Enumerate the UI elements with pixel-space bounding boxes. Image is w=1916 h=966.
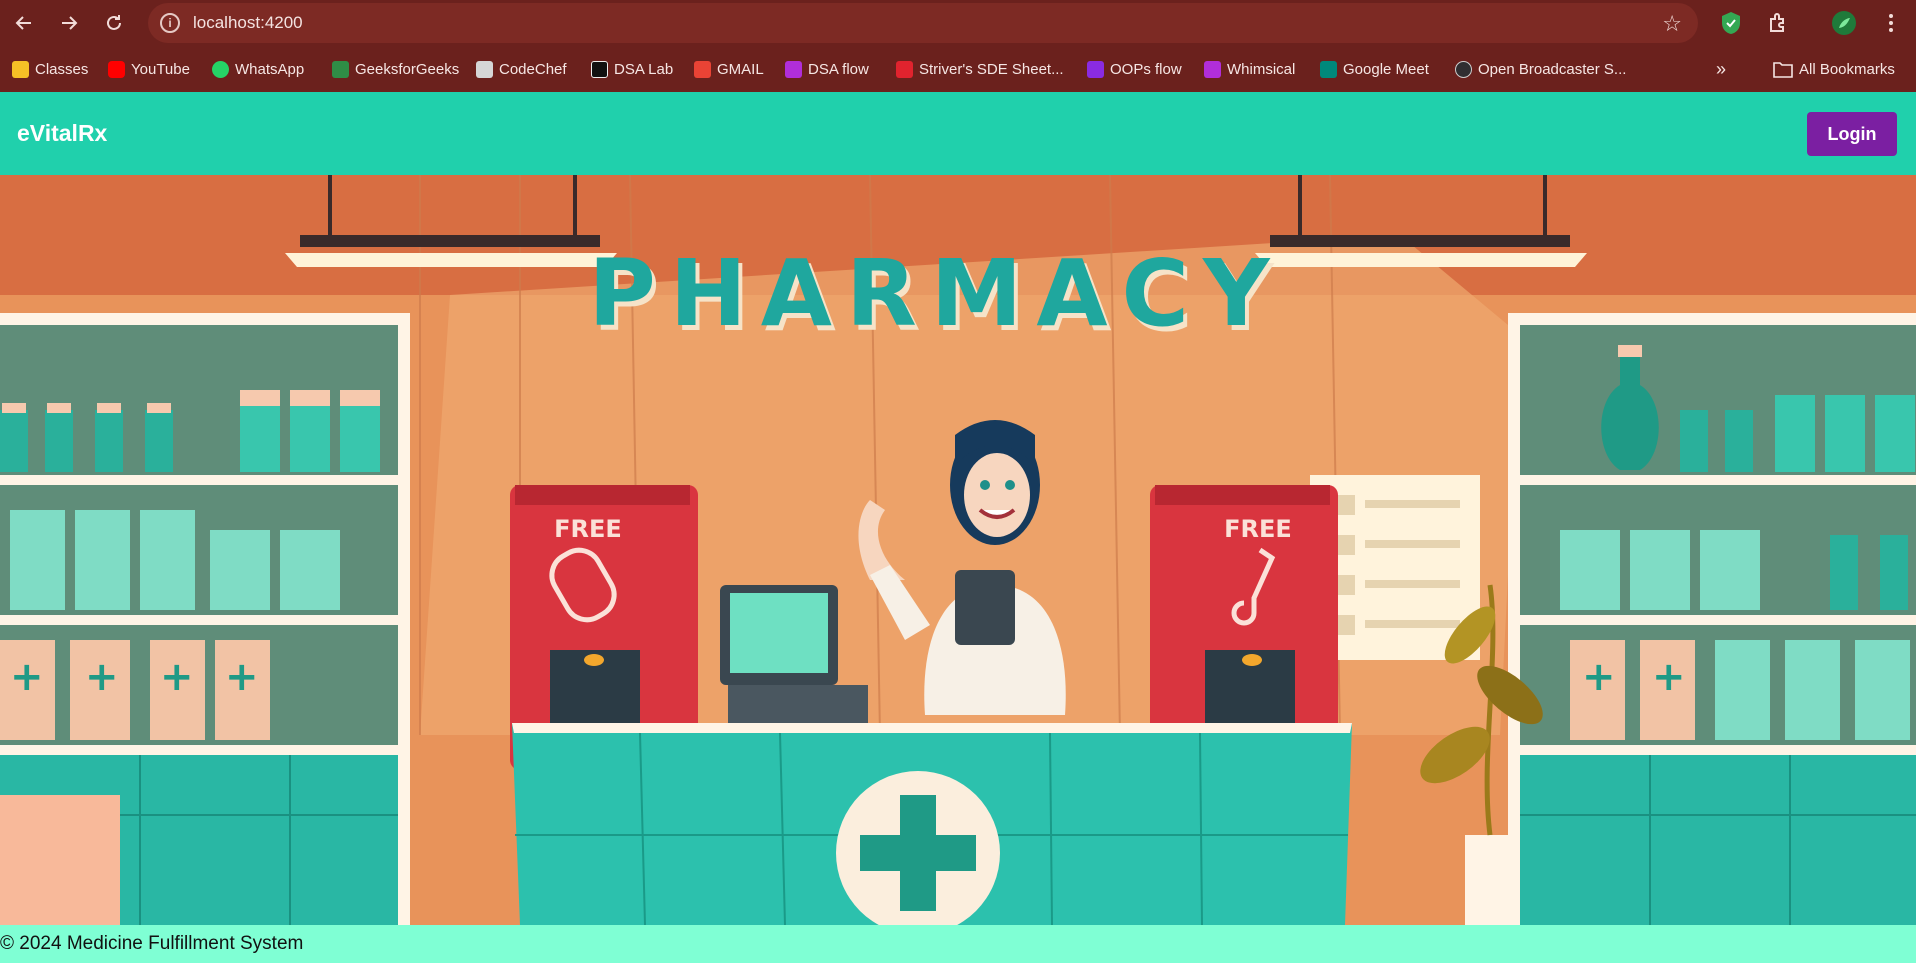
folder-icon bbox=[1773, 61, 1793, 78]
reload-icon bbox=[107, 15, 121, 30]
pharmacy-counter bbox=[512, 723, 1352, 925]
app-header: eVitalRx Login bbox=[0, 92, 1916, 175]
classroom-icon bbox=[12, 60, 29, 78]
tuf-icon bbox=[896, 60, 913, 78]
bookmark-whatsapp[interactable]: WhatsApp bbox=[212, 58, 304, 80]
svg-text:+: + bbox=[160, 654, 194, 700]
bookmark-dsa-flow[interactable]: DSA flow bbox=[785, 58, 869, 80]
bookmark-dsa-lab[interactable]: DSA Lab bbox=[591, 58, 673, 80]
left-shelf: + + + + bbox=[0, 313, 410, 925]
svg-text:+: + bbox=[225, 654, 259, 700]
back-button[interactable] bbox=[6, 5, 42, 41]
svg-text:+: + bbox=[1652, 654, 1686, 700]
arrow-left-icon bbox=[15, 16, 31, 30]
svg-text:+: + bbox=[1582, 654, 1616, 700]
bookmark-obs[interactable]: Open Broadcaster S... bbox=[1455, 58, 1626, 80]
bookmark-whimsical[interactable]: Whimsical bbox=[1204, 58, 1295, 80]
bookmarks-bar: Classes YouTube WhatsApp GeeksforGeeks C… bbox=[0, 46, 1916, 92]
hero-banner: PHARMACY PHARMACY + + + + + + FREE FREE bbox=[0, 175, 1916, 925]
codechef-icon bbox=[476, 60, 493, 78]
gfg-icon bbox=[332, 60, 349, 78]
more-menu-icon[interactable] bbox=[1878, 10, 1904, 36]
shield-extension-icon[interactable] bbox=[1718, 10, 1744, 36]
bookmark-gmail[interactable]: GMAIL bbox=[694, 58, 764, 80]
whimsical-icon bbox=[785, 60, 802, 78]
forward-button[interactable] bbox=[51, 5, 87, 41]
bookmark-striver-sde-sheet[interactable]: Striver's SDE Sheet... bbox=[896, 58, 1064, 80]
site-info-icon[interactable]: i bbox=[160, 13, 180, 33]
right-shelf: + + bbox=[1508, 313, 1916, 925]
url-text: localhost:4200 bbox=[193, 13, 303, 32]
all-bookmarks-button[interactable]: All Bookmarks bbox=[1773, 58, 1895, 80]
bookmarks-overflow-button[interactable]: » bbox=[1716, 58, 1726, 80]
meet-icon bbox=[1320, 60, 1337, 78]
login-button[interactable]: Login bbox=[1807, 112, 1897, 156]
bookmark-geeksforgeeks[interactable]: GeeksforGeeks bbox=[332, 58, 459, 80]
extensions-icon[interactable] bbox=[1765, 10, 1791, 36]
arrow-right-icon bbox=[62, 16, 78, 30]
svg-text:+: + bbox=[10, 654, 44, 700]
reload-button[interactable] bbox=[96, 5, 132, 41]
profile-avatar[interactable] bbox=[1831, 10, 1857, 36]
bookmark-google-meet[interactable]: Google Meet bbox=[1320, 58, 1429, 80]
svg-text:FREE: FREE bbox=[1224, 515, 1292, 543]
pharmacy-sign: PHARMACY bbox=[588, 240, 1283, 347]
svg-text:FREE: FREE bbox=[554, 515, 622, 543]
bookmark-youtube[interactable]: YouTube bbox=[108, 58, 190, 80]
pharmacy-illustration: PHARMACY PHARMACY + + + + + + FREE FREE bbox=[0, 175, 1916, 925]
footer: © 2024 Medicine Fulfillment System bbox=[0, 925, 1916, 963]
whimsical-icon bbox=[1204, 60, 1221, 78]
footer-copyright: © 2024 Medicine Fulfillment System bbox=[0, 933, 304, 954]
bookmark-classes[interactable]: Classes bbox=[12, 58, 88, 80]
youtube-icon bbox=[108, 60, 125, 78]
whimsical-icon bbox=[1087, 60, 1104, 78]
gmail-icon bbox=[694, 60, 711, 78]
bookmark-oops-flow[interactable]: OOPs flow bbox=[1087, 58, 1182, 80]
whatsapp-icon bbox=[212, 60, 229, 78]
bookmark-star-icon[interactable]: ☆ bbox=[1662, 11, 1682, 37]
address-bar[interactable]: i localhost:4200 ☆ bbox=[148, 3, 1698, 43]
obs-icon bbox=[1455, 60, 1472, 78]
svg-text:+: + bbox=[85, 654, 119, 700]
browser-toolbar: i localhost:4200 ☆ bbox=[0, 0, 1916, 46]
hackerrank-icon bbox=[591, 60, 608, 78]
brand-title[interactable]: eVitalRx bbox=[17, 120, 107, 147]
bookmark-codechef[interactable]: CodeChef bbox=[476, 58, 567, 80]
